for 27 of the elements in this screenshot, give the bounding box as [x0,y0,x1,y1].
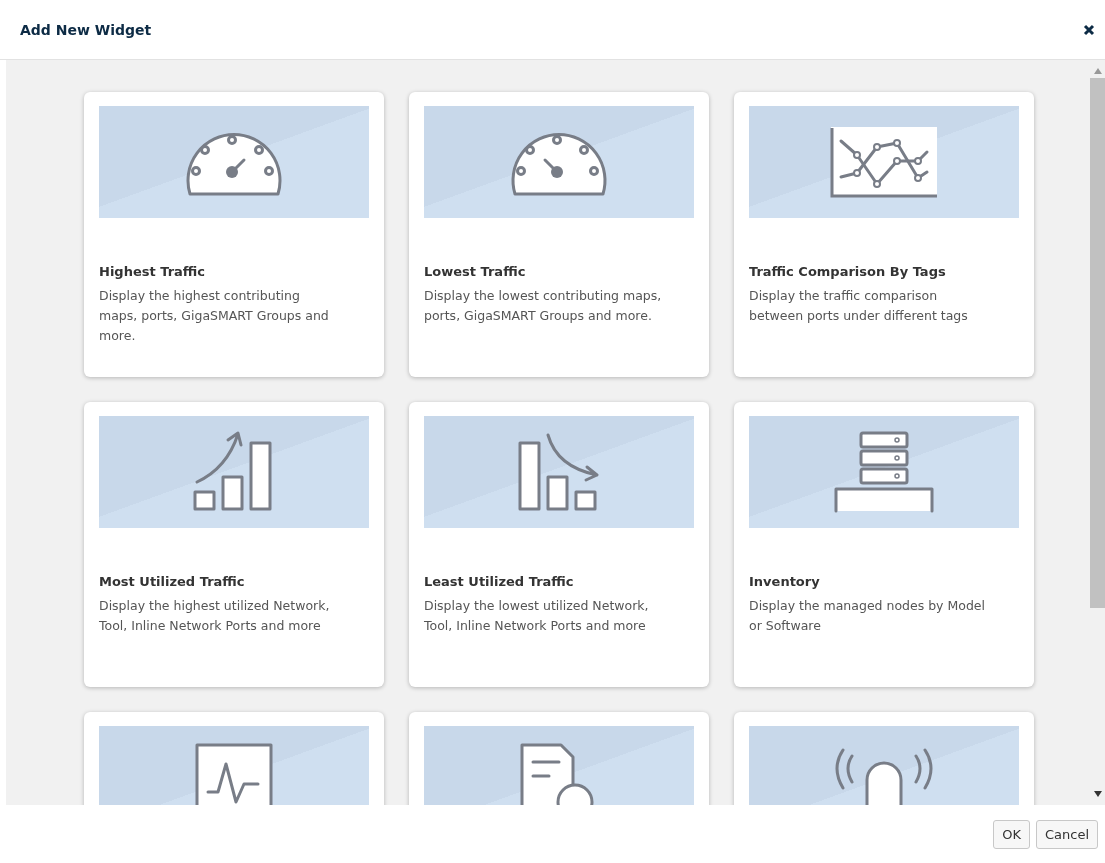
dialog-title: Add New Widget [20,21,152,38]
widget-description: Display the traffic comparison between ports under different tags [749,287,969,325]
widget-card[interactable]: Lowest Traffic Display the lowest contributing maps, ports, GigaSMART Groups and more. [409,92,709,377]
ok-button[interactable]: OK [993,819,1030,849]
scroll-down-icon[interactable] [1093,791,1102,797]
widget-title: Traffic Comparison By Tags [749,264,947,279]
line-chart-icon [829,125,939,199]
widget-card[interactable]: Highest Traffic Display the highest contributing maps, ports, GigaSMART Groups and more. [84,92,384,377]
widget-description: Display the lowest utilized Network, Tool, Inline Network Ports and more [424,597,650,635]
widget-description: Display the managed nodes by Model or Software [749,597,986,635]
widget-title: Lowest Traffic [424,264,527,279]
widget-title: Least Utilized Traffic [424,574,575,589]
close-icon [1083,23,1095,36]
widget-description: Display the highest contributing maps, ports, GigaSMART Groups and more. [99,287,330,345]
widget-card[interactable]: Most Utilized Traffic Display the highest utilized Network, Tool, Inline Network Ports and more [84,402,384,687]
widget-title: Inventory [749,574,821,589]
widget-card[interactable]: Least Utilized Traffic Display the lowest utilized Network, Tool, Inline Network Ports and more [409,402,709,687]
widget-description: Display the lowest contributing maps, ports, GigaSMART Groups and more. [424,287,663,325]
cancel-button[interactable]: Cancel [1035,819,1098,849]
widget-title: Most Utilized Traffic [99,574,246,589]
widget-description: Display the highest utilized Network, Tool, Inline Network Ports and more [99,597,331,635]
widget-card[interactable]: Traffic Comparison By Tags Display the traffic comparison between ports under different tags [734,92,1034,377]
server-rack-icon [834,430,934,514]
widget-card[interactable]: Inventory Display the managed nodes by Model or Software [734,402,1034,687]
widget-title: Highest Traffic [99,264,207,279]
pulse-monitor-icon [194,742,274,805]
scroll-up-icon[interactable] [1093,68,1102,74]
